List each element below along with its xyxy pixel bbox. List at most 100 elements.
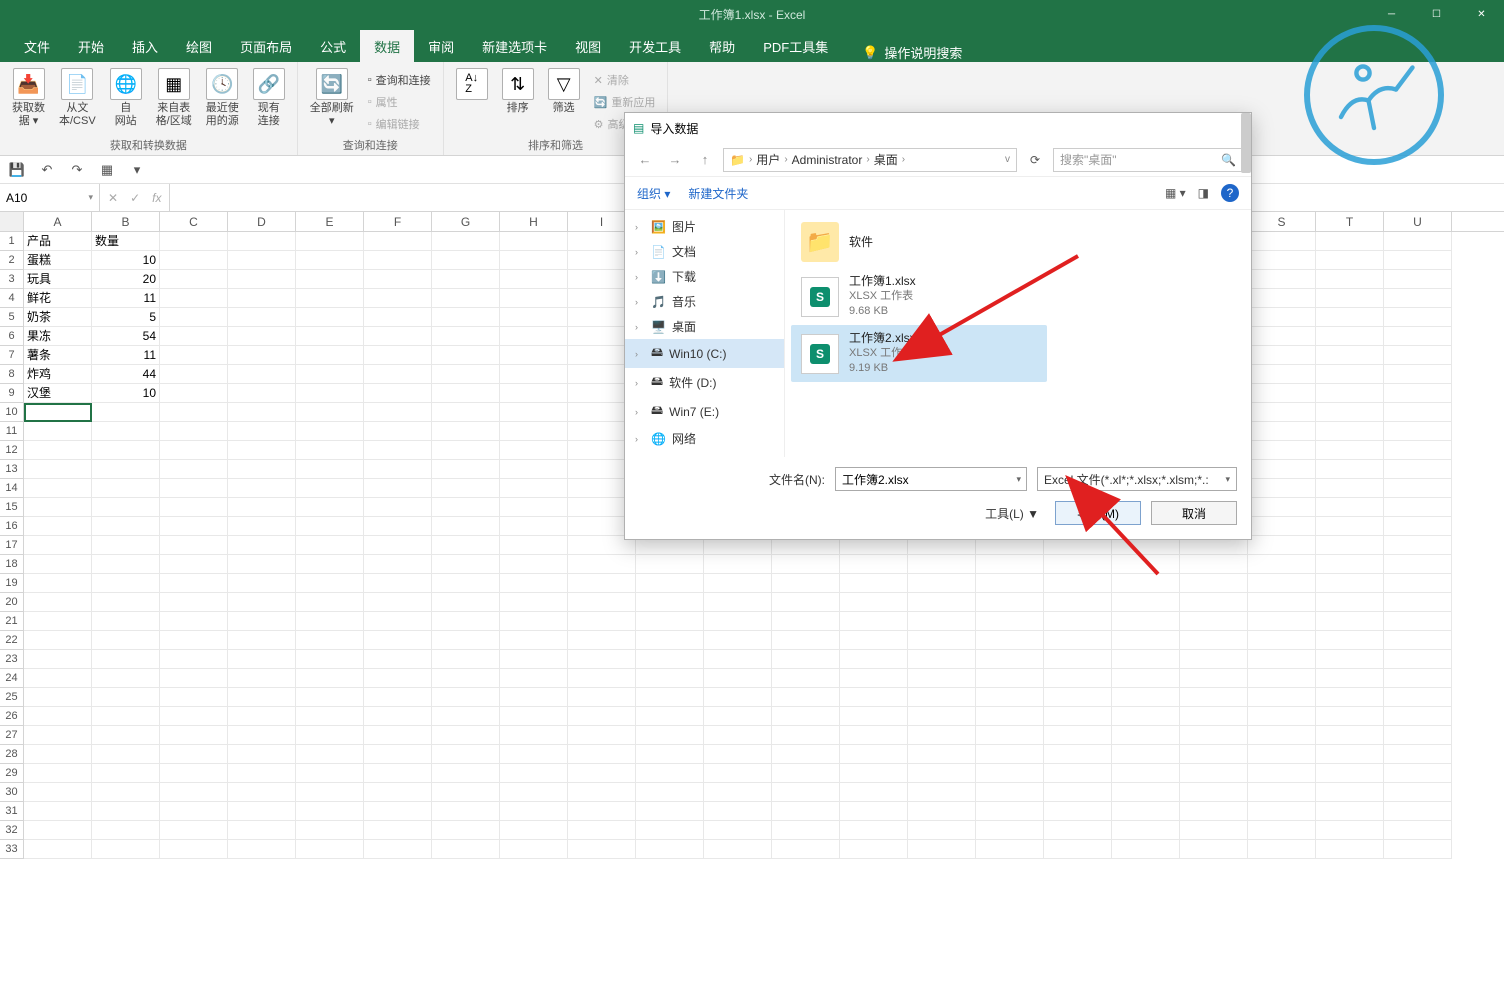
ribbon-tab-0[interactable]: 文件	[10, 30, 64, 62]
cell[interactable]	[500, 308, 568, 327]
cell[interactable]	[500, 745, 568, 764]
cell[interactable]	[296, 479, 364, 498]
cell[interactable]	[500, 802, 568, 821]
cell[interactable]	[1112, 821, 1180, 840]
cell[interactable]	[1384, 555, 1452, 574]
cell[interactable]	[1316, 479, 1384, 498]
cell[interactable]: 蛋糕	[24, 251, 92, 270]
cell[interactable]	[500, 441, 568, 460]
cell[interactable]	[1316, 783, 1384, 802]
cell[interactable]	[1112, 650, 1180, 669]
cell[interactable]	[1248, 688, 1316, 707]
cell[interactable]	[1112, 783, 1180, 802]
cell[interactable]	[92, 650, 160, 669]
cell[interactable]	[296, 232, 364, 251]
row-header[interactable]: 15	[0, 498, 24, 517]
cell[interactable]	[432, 707, 500, 726]
cell[interactable]	[432, 745, 500, 764]
cell[interactable]	[500, 270, 568, 289]
tree-item[interactable]: ›🎵音乐	[625, 289, 784, 314]
cell[interactable]	[976, 745, 1044, 764]
cell[interactable]	[840, 631, 908, 650]
cell[interactable]	[840, 745, 908, 764]
cell[interactable]	[1316, 308, 1384, 327]
cell[interactable]	[976, 726, 1044, 745]
cell[interactable]	[228, 574, 296, 593]
cell[interactable]	[364, 669, 432, 688]
cell[interactable]	[364, 555, 432, 574]
cell[interactable]	[1248, 403, 1316, 422]
cell[interactable]	[1316, 669, 1384, 688]
cell[interactable]	[1112, 631, 1180, 650]
cell[interactable]	[704, 612, 772, 631]
view-button[interactable]: ▦ ▾	[1165, 186, 1186, 200]
cell[interactable]	[704, 650, 772, 669]
cell[interactable]	[1316, 384, 1384, 403]
cell[interactable]	[1316, 631, 1384, 650]
cell[interactable]	[1316, 802, 1384, 821]
cell[interactable]	[228, 517, 296, 536]
cell[interactable]	[160, 593, 228, 612]
cell[interactable]	[1044, 574, 1112, 593]
cell[interactable]	[364, 764, 432, 783]
col-header[interactable]: G	[432, 212, 500, 231]
cell[interactable]	[976, 574, 1044, 593]
cell[interactable]	[1248, 498, 1316, 517]
cell[interactable]	[1316, 346, 1384, 365]
cell[interactable]	[1180, 840, 1248, 859]
cell[interactable]	[1180, 745, 1248, 764]
row-header[interactable]: 28	[0, 745, 24, 764]
tools-dropdown[interactable]: 工具(L) ▼	[979, 505, 1045, 522]
cell[interactable]	[92, 764, 160, 783]
qat-customize-button[interactable]: ▾	[126, 159, 148, 181]
cancel-button[interactable]: 取消	[1151, 501, 1237, 525]
preview-button[interactable]: ◨	[1198, 186, 1209, 200]
cell[interactable]	[976, 783, 1044, 802]
cell[interactable]	[908, 612, 976, 631]
cell[interactable]	[1112, 555, 1180, 574]
cell[interactable]	[228, 536, 296, 555]
cell[interactable]	[24, 650, 92, 669]
cell[interactable]	[1044, 612, 1112, 631]
cell[interactable]	[1248, 764, 1316, 783]
cell[interactable]	[1384, 251, 1452, 270]
cell[interactable]	[500, 498, 568, 517]
cell[interactable]	[160, 631, 228, 650]
cell[interactable]	[976, 669, 1044, 688]
row-header[interactable]: 29	[0, 764, 24, 783]
cell[interactable]	[364, 232, 432, 251]
nav-up-button[interactable]: ↑	[693, 148, 717, 172]
cell[interactable]	[160, 422, 228, 441]
row-header[interactable]: 23	[0, 650, 24, 669]
cell[interactable]	[908, 574, 976, 593]
refresh-button[interactable]: ⟳	[1023, 148, 1047, 172]
row-header[interactable]: 32	[0, 821, 24, 840]
cell[interactable]	[364, 403, 432, 422]
cell[interactable]	[1248, 308, 1316, 327]
cell[interactable]	[432, 384, 500, 403]
cell[interactable]	[500, 612, 568, 631]
cell[interactable]	[500, 840, 568, 859]
cell[interactable]	[568, 726, 636, 745]
cell[interactable]	[160, 688, 228, 707]
row-header[interactable]: 3	[0, 270, 24, 289]
cell[interactable]	[636, 783, 704, 802]
cell[interactable]	[772, 745, 840, 764]
cell[interactable]	[1248, 365, 1316, 384]
cell[interactable]	[160, 574, 228, 593]
cell[interactable]	[908, 707, 976, 726]
cell[interactable]	[92, 479, 160, 498]
cell[interactable]	[432, 631, 500, 650]
cell[interactable]	[1316, 498, 1384, 517]
col-header[interactable]: D	[228, 212, 296, 231]
cell[interactable]	[772, 688, 840, 707]
filter-side-item[interactable]: 🔄重新应用	[590, 92, 660, 112]
row-header[interactable]: 21	[0, 612, 24, 631]
cell[interactable]	[364, 650, 432, 669]
cell[interactable]	[92, 441, 160, 460]
cell[interactable]	[432, 536, 500, 555]
cell[interactable]	[976, 707, 1044, 726]
cell[interactable]	[24, 479, 92, 498]
cell[interactable]	[840, 764, 908, 783]
row-header[interactable]: 14	[0, 479, 24, 498]
